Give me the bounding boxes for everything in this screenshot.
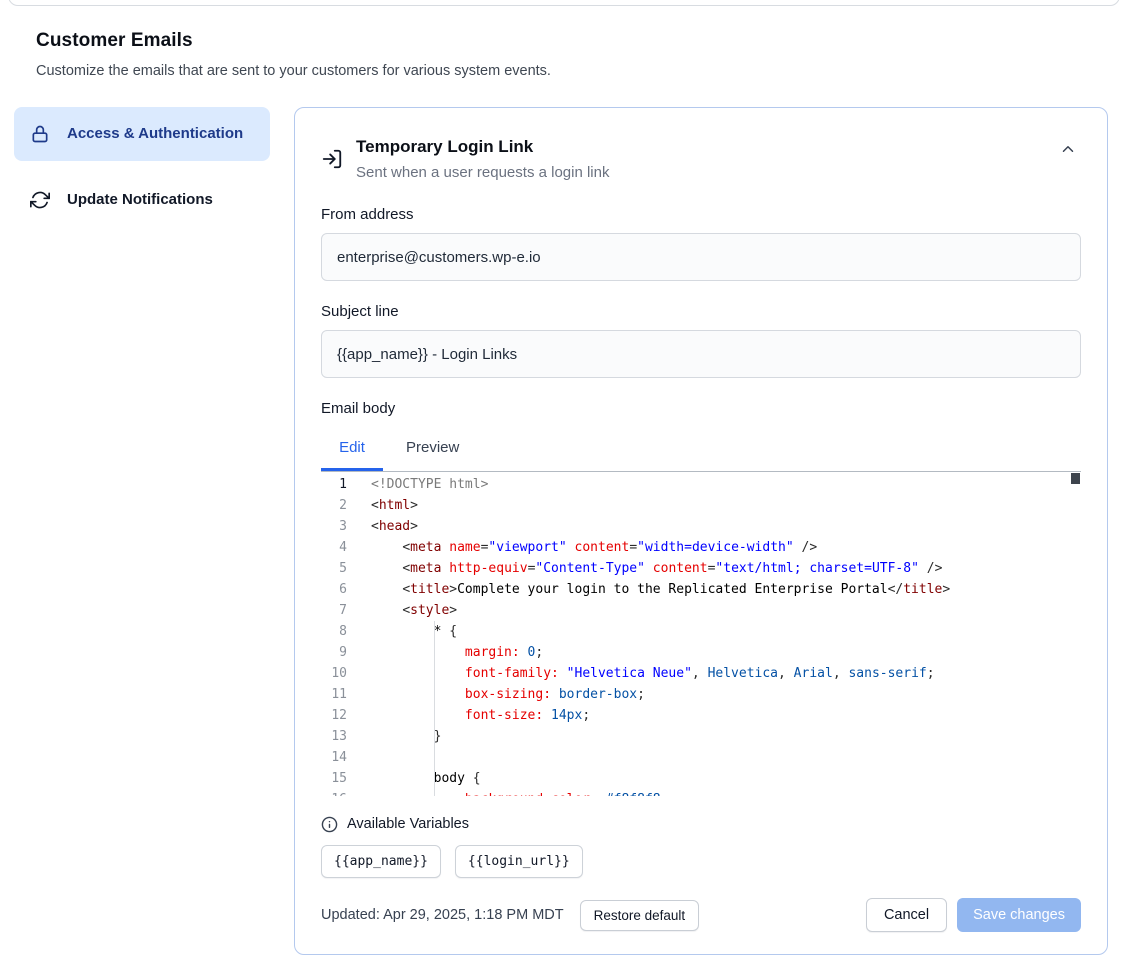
refresh-icon <box>30 190 50 210</box>
line-number: 2 <box>321 495 347 516</box>
cancel-button[interactable]: Cancel <box>866 898 947 932</box>
page-subtitle: Customize the emails that are sent to yo… <box>36 63 1092 79</box>
email-body-label: Email body <box>321 400 1081 418</box>
line-number: 11 <box>321 684 347 705</box>
line-number: 5 <box>321 558 347 579</box>
line-number: 10 <box>321 663 347 684</box>
available-variables-row: Available Variables <box>321 814 1081 834</box>
page-header: Customer Emails Customize the emails tha… <box>0 0 1128 79</box>
indent-guide <box>434 621 435 796</box>
code-line: 2<html> <box>321 495 1081 516</box>
lock-icon <box>30 124 50 144</box>
code-line: 6 <title>Complete your login to the Repl… <box>321 579 1081 600</box>
line-number: 8 <box>321 621 347 642</box>
email-types-sidebar: Access & Authentication Update Notificati… <box>14 107 270 227</box>
code-line: 4 <meta name="viewport" content="width=d… <box>321 537 1081 558</box>
code-line: 15 body { <box>321 768 1081 789</box>
line-number: 7 <box>321 600 347 621</box>
subject-line-input[interactable] <box>321 330 1081 378</box>
line-number: 14 <box>321 747 347 768</box>
line-number: 15 <box>321 768 347 789</box>
sidebar-item-label: Update Notifications <box>67 188 213 212</box>
line-number: 13 <box>321 726 347 747</box>
page-title: Customer Emails <box>36 30 1092 52</box>
login-icon <box>321 148 343 170</box>
sidebar-item-access-authentication[interactable]: Access & Authentication <box>14 107 270 161</box>
sidebar-item-label: Access & Authentication <box>67 122 243 146</box>
panel-header: Temporary Login Link Sent when a user re… <box>321 134 1081 184</box>
top-card-edge <box>8 0 1120 6</box>
code-line: 5 <meta http-equiv="Content-Type" conten… <box>321 558 1081 579</box>
code-lines: 1<!DOCTYPE html>2<html>3<head>4 <meta na… <box>321 474 1081 796</box>
updated-timestamp: Updated: Apr 29, 2025, 1:18 PM MDT <box>321 907 564 923</box>
code-line: 11 box-sizing: border-box; <box>321 684 1081 705</box>
email-body-tabs: EditPreview <box>321 427 1081 471</box>
panel-header-text: Temporary Login Link Sent when a user re… <box>356 134 609 184</box>
email-body-code-editor[interactable]: 1<!DOCTYPE html>2<html>3<head>4 <meta na… <box>321 471 1081 796</box>
variable-chip[interactable]: {{login_url}} <box>455 845 583 878</box>
from-address-input[interactable] <box>321 233 1081 281</box>
restore-default-button[interactable]: Restore default <box>580 900 700 931</box>
subject-line-label: Subject line <box>321 303 1081 321</box>
code-line: 7 <style> <box>321 600 1081 621</box>
code-line: 14 <box>321 747 1081 768</box>
editor-scrollbar-thumb[interactable] <box>1071 473 1080 484</box>
chevron-up-icon <box>1059 140 1077 158</box>
code-line: 8 * { <box>321 621 1081 642</box>
available-variables-label: Available Variables <box>347 814 469 834</box>
line-number: 16 <box>321 789 347 796</box>
code-line: 1<!DOCTYPE html> <box>321 474 1081 495</box>
temporary-login-link-panel: Temporary Login Link Sent when a user re… <box>294 107 1108 955</box>
info-icon <box>321 816 338 833</box>
line-number: 12 <box>321 705 347 726</box>
sidebar-item-update-notifications[interactable]: Update Notifications <box>14 173 270 227</box>
from-address-label: From address <box>321 206 1081 224</box>
available-variables-section: Available Variables {{app_name}} {{login_… <box>321 814 1081 878</box>
save-changes-button[interactable]: Save changes <box>957 898 1081 932</box>
panel-title: Temporary Login Link <box>356 134 609 160</box>
panel-subtitle: Sent when a user requests a login link <box>356 162 609 184</box>
content-layout: Access & Authentication Update Notificati… <box>0 107 1128 955</box>
tab-preview[interactable]: Preview <box>388 427 477 471</box>
code-line: 13 } <box>321 726 1081 747</box>
variable-chips: {{app_name}} {{login_url}} <box>321 845 1081 878</box>
code-line: 12 font-size: 14px; <box>321 705 1081 726</box>
line-number: 9 <box>321 642 347 663</box>
line-number: 3 <box>321 516 347 537</box>
line-number: 1 <box>321 474 347 495</box>
footer-actions: Cancel Save changes <box>866 898 1081 932</box>
code-line: 16 background-color: #f8f8f8; <box>321 789 1081 796</box>
panel-footer: Updated: Apr 29, 2025, 1:18 PM MDT Resto… <box>321 898 1081 932</box>
line-number: 4 <box>321 537 347 558</box>
line-number: 6 <box>321 579 347 600</box>
tab-edit[interactable]: Edit <box>321 427 383 471</box>
collapse-section-button[interactable] <box>1055 136 1081 162</box>
variable-chip[interactable]: {{app_name}} <box>321 845 441 878</box>
code-line: 3<head> <box>321 516 1081 537</box>
code-line: 9 margin: 0; <box>321 642 1081 663</box>
code-line: 10 font-family: "Helvetica Neue", Helvet… <box>321 663 1081 684</box>
